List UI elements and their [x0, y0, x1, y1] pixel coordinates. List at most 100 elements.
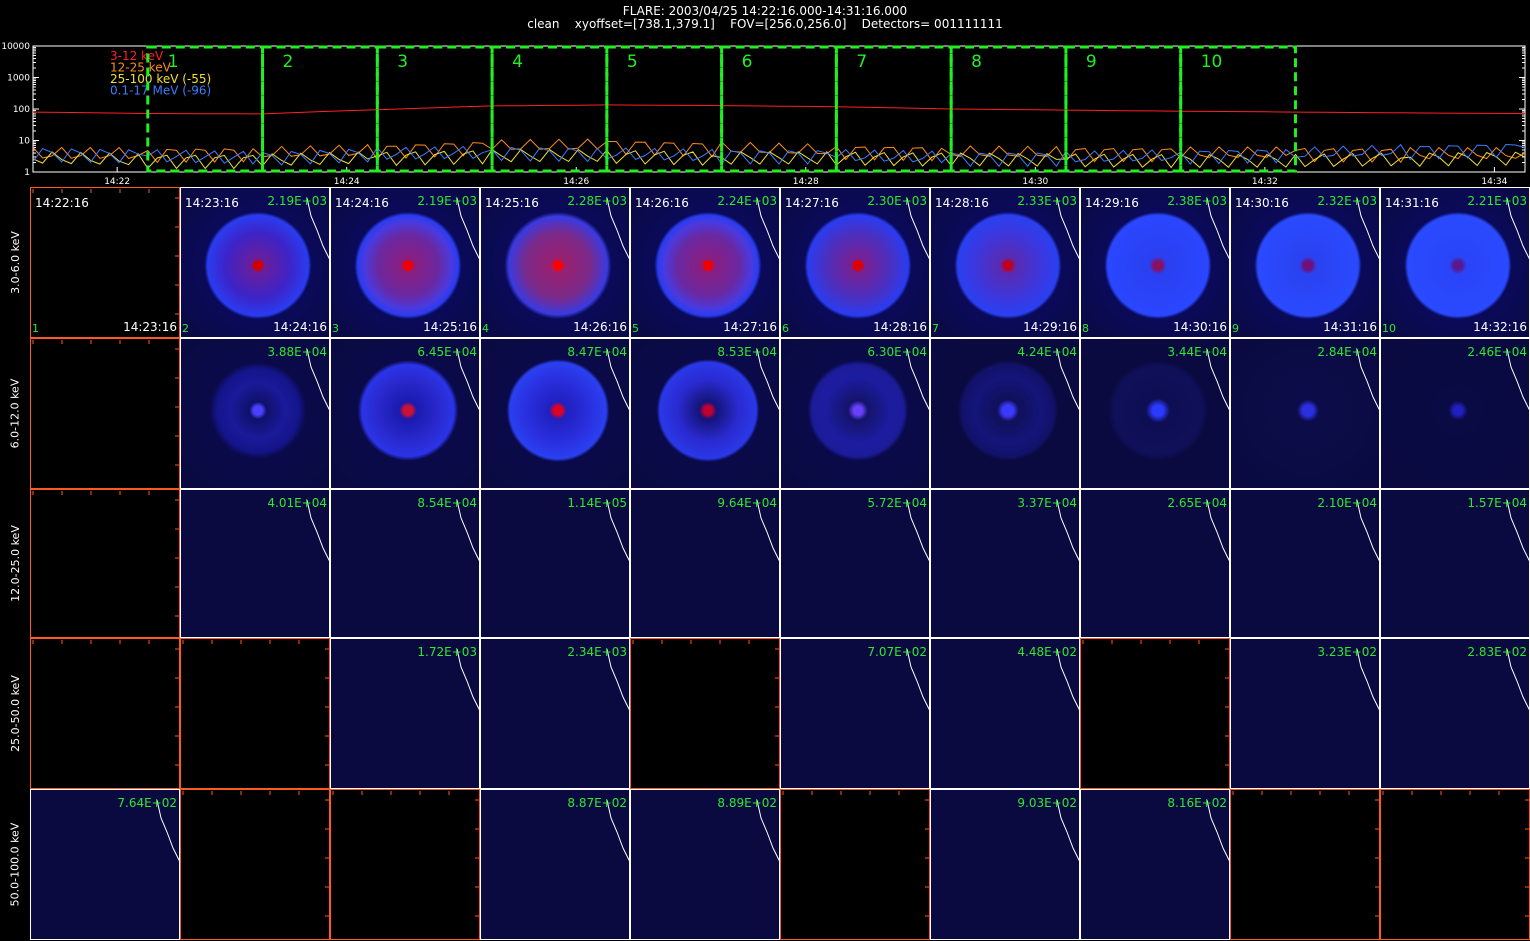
solar-limb-line — [1356, 499, 1381, 563]
image-cell: 2.33E+03 14:28:16 7 14:29:16 — [930, 187, 1081, 338]
image-cell: 1.72E+03 — [330, 638, 481, 789]
peak-value-label: 4.24E+04 — [1017, 345, 1077, 359]
image-cell: 8.87E+02 — [480, 789, 631, 940]
peak-value-label: 2.34E+03 — [567, 645, 627, 659]
solar-limb-line — [906, 499, 931, 563]
solar-limb-line — [1506, 648, 1530, 712]
solar-limb-line — [456, 197, 481, 261]
bin-index-label: 8 — [1082, 322, 1089, 335]
empty-panel-axes — [182, 791, 329, 917]
interval-label: 2 — [283, 52, 294, 72]
interval-label: 10 — [1201, 52, 1223, 72]
legend-label: 0.1-17 MeV (-96) — [110, 84, 211, 98]
peak-value-label: 8.47E+04 — [567, 345, 627, 359]
end-time-label: 14:27:16 — [723, 320, 777, 334]
y-tick-label: 1 — [24, 168, 30, 178]
image-cell — [330, 789, 480, 940]
x-tick-label: 14:24 — [334, 177, 360, 187]
peak-value-label: 9.64E+04 — [717, 496, 777, 510]
peak-value-label: 2.38E+03 — [1167, 194, 1227, 208]
image-cell — [1230, 789, 1380, 940]
lightcurve-chart: 1 10 100 1000 10000 14:22 14:24 14:26 14:28 14:30… — [1, 42, 1526, 187]
peak-value-label: 8.16E+02 — [1167, 796, 1227, 810]
solar-limb-line — [1056, 348, 1081, 412]
solar-limb-line — [906, 197, 931, 261]
peak-value-label: 1.57E+04 — [1467, 496, 1527, 510]
solar-limb-line — [606, 499, 631, 563]
image-cell: 1.57E+04 — [1380, 489, 1530, 638]
solar-limb-line — [456, 499, 481, 563]
peak-value-label: 7.07E+02 — [867, 645, 927, 659]
peak-value-label: 9.03E+02 — [1017, 796, 1077, 810]
peak-value-label: 1.72E+03 — [417, 645, 477, 659]
image-cell: 2.21E+03 14:31:16 10 14:32:16 — [1380, 187, 1530, 338]
bin-index-label: 1 — [32, 322, 39, 335]
image-cell — [180, 638, 330, 789]
solar-limb-line — [306, 499, 331, 563]
bin-index-label: 6 — [782, 322, 789, 335]
image-cell: 8.47E+04 — [480, 338, 631, 489]
peak-value-label: 8.53E+04 — [717, 345, 777, 359]
solar-limb-line — [1506, 197, 1530, 261]
solar-limb-line — [1356, 348, 1381, 412]
image-cell: 8.53E+04 — [630, 338, 781, 489]
energy-band-label: 50.0-100.0 keV — [2, 789, 28, 940]
y-tick-label: 10 — [19, 137, 31, 147]
bin-index-label: 5 — [632, 322, 639, 335]
solar-limb-line — [1056, 197, 1081, 261]
interval-box — [1064, 45, 1183, 173]
empty-panel-axes — [32, 640, 179, 766]
empty-panel-axes — [1382, 791, 1529, 917]
bin-index-label: 10 — [1382, 322, 1396, 335]
start-time-label: 14:26:16 — [635, 196, 689, 210]
start-time-label: 14:23:16 — [185, 196, 239, 210]
image-cell — [30, 489, 180, 638]
solar-limb-line — [606, 348, 631, 412]
solar-limb-line — [756, 799, 781, 863]
x-tick-label: 14:28 — [793, 177, 819, 187]
solar-limb-line — [1506, 348, 1530, 412]
image-cell: 3.23E+02 — [1230, 638, 1381, 789]
image-cell: 8.89E+02 — [630, 789, 781, 940]
bin-index-label: 3 — [332, 322, 339, 335]
image-cell: 2.30E+03 14:27:16 6 14:28:16 — [780, 187, 931, 338]
solar-limb-line — [1056, 799, 1081, 863]
peak-value-label: 5.72E+04 — [867, 496, 927, 510]
image-cell: 9.03E+02 — [930, 789, 1081, 940]
interval-label: 8 — [971, 52, 982, 72]
energy-band-label: 6.0-12.0 keV — [2, 338, 28, 489]
empty-panel-axes — [32, 491, 179, 617]
image-cell: 1.14E+05 — [480, 489, 631, 638]
solar-limb-line — [906, 348, 931, 412]
solar-limb-line — [456, 648, 481, 712]
y-tick-label: 1000 — [7, 74, 30, 84]
solar-limb-line — [306, 348, 331, 412]
image-cell — [780, 789, 930, 940]
start-time-label: 14:29:16 — [1085, 196, 1139, 210]
peak-value-label: 1.14E+05 — [567, 496, 627, 510]
image-cell: 7.64E+02 — [30, 789, 181, 940]
solar-limb-line — [606, 799, 631, 863]
empty-panel-axes — [32, 189, 179, 315]
image-cell: 3.44E+04 — [1080, 338, 1231, 489]
image-cell: 6.30E+04 — [780, 338, 931, 489]
image-cell — [630, 638, 780, 789]
energy-band-text: 50.0-100.0 keV — [8, 822, 22, 907]
end-time-label: 14:28:16 — [873, 320, 927, 334]
solar-limb-line — [756, 197, 781, 261]
energy-band-text: 6.0-12.0 keV — [8, 378, 22, 449]
solar-limb-line — [756, 348, 781, 412]
image-cell: 2.32E+03 14:30:16 9 14:31:16 — [1230, 187, 1381, 338]
series-line-4 — [32, 143, 1526, 168]
empty-panel-axes — [182, 640, 329, 766]
start-time-label: 14:25:16 — [485, 196, 539, 210]
peak-value-label: 7.64E+02 — [117, 796, 177, 810]
peak-value-label: 4.48E+02 — [1017, 645, 1077, 659]
x-tick-label: 14:22 — [104, 177, 130, 187]
peak-value-label: 2.21E+03 — [1467, 194, 1527, 208]
image-cell: 5.72E+04 — [780, 489, 931, 638]
energy-band-label: 3.0-6.0 keV — [2, 187, 28, 338]
image-cell: 2.19E+03 14:23:16 2 14:24:16 — [180, 187, 331, 338]
peak-value-label: 2.84E+04 — [1317, 345, 1377, 359]
interval-label: 9 — [1086, 52, 1097, 72]
